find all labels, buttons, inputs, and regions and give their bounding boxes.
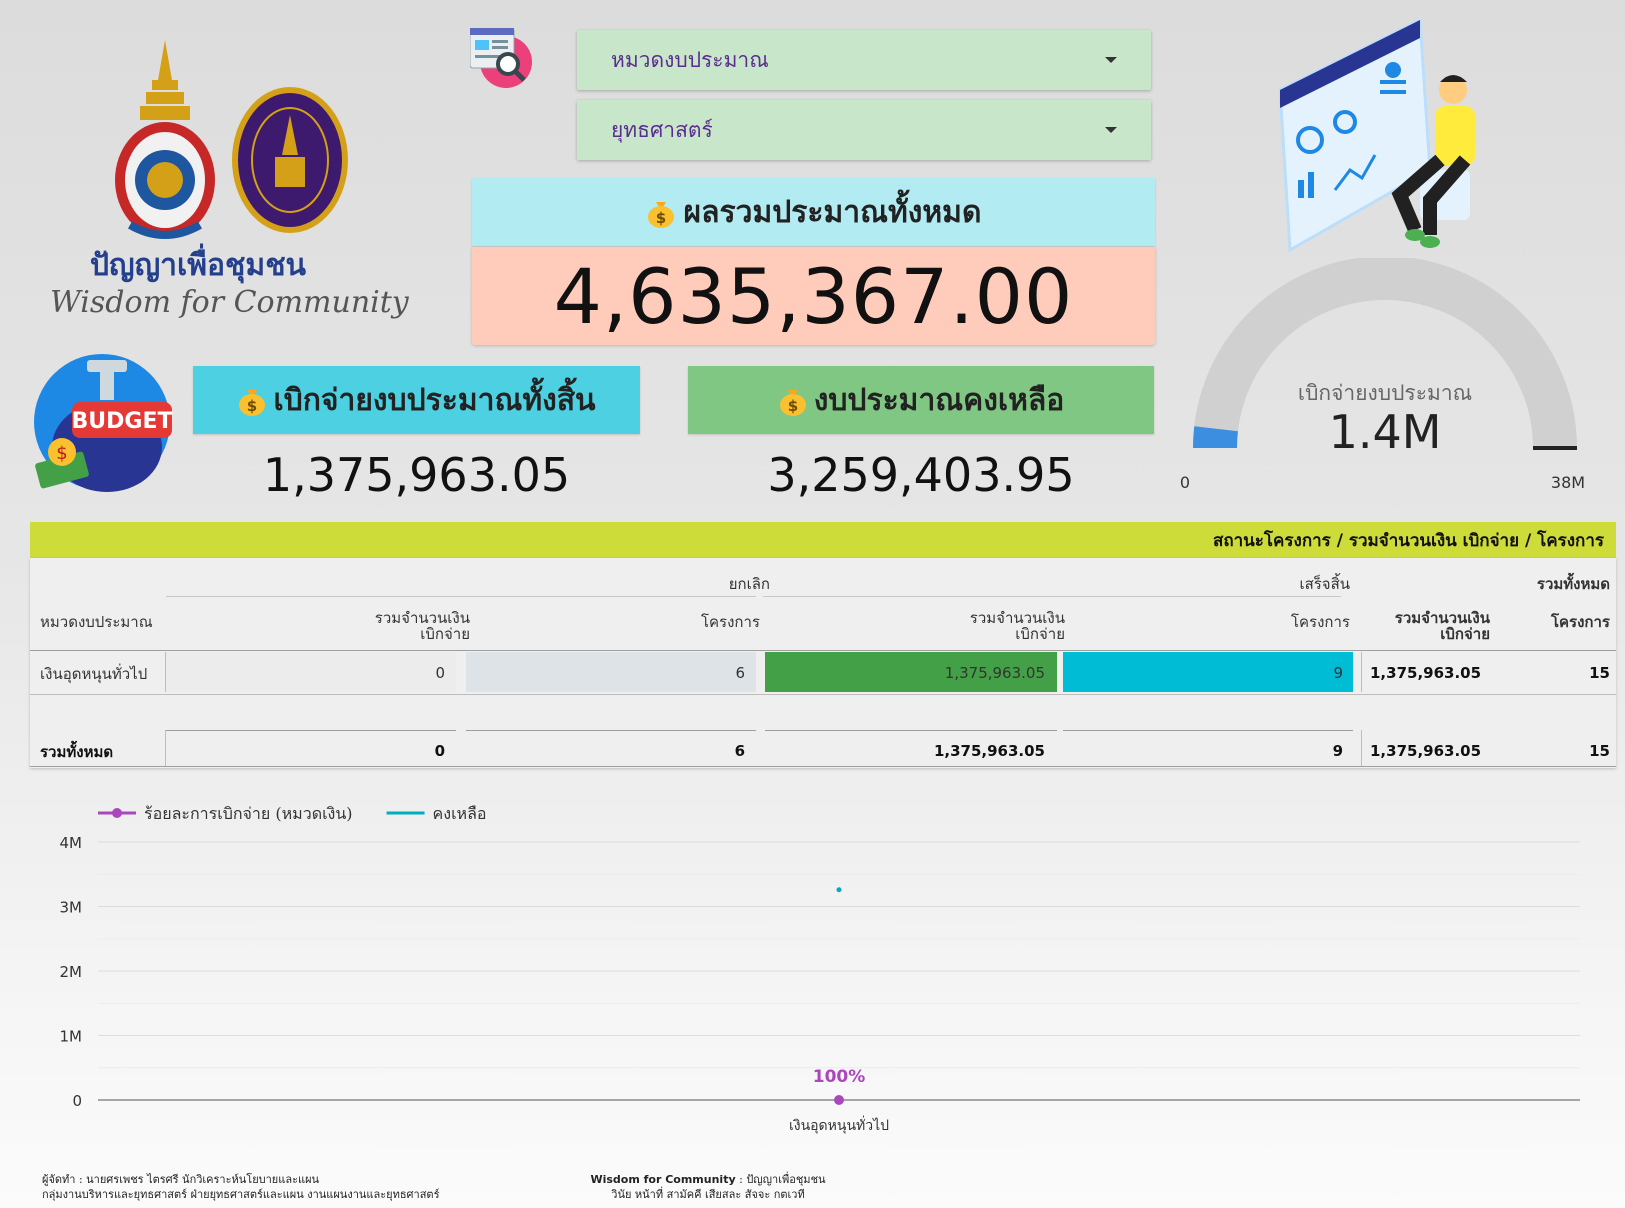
chart-legend: ร้อยละการเบิกจ่าย (หมวดเงิน) คงเหลือ	[98, 804, 487, 823]
gauge-max-label: 38M	[1551, 473, 1585, 492]
group-header-cancel: ยกเลิก	[728, 575, 770, 593]
budget-bag-icon: BUDGET $	[34, 354, 173, 492]
chart-x-axis: เงินอุดหนุนทั่วไป	[789, 1116, 889, 1134]
logo-tagline-th: ปัญญาเพื่อชุมชน	[90, 248, 307, 283]
remaining-budget-value: 3,259,403.95	[767, 448, 1075, 502]
table-total-done-amount: 1,375,963.05	[933, 742, 1045, 760]
table-total-cancel-projects: 6	[734, 742, 745, 760]
money-bag-icon: $	[647, 202, 674, 228]
total-budget-value: 4,635,367.00	[472, 247, 1155, 345]
total-budget-title: $ ผลรวมประมาณทั้งหมด	[472, 178, 1155, 246]
spent-budget-title-text: เบิกจ่ายงบประมาณทั้งสิ้น	[273, 382, 596, 418]
remaining-budget-title-text: งบประมาณคงเหลือ	[813, 382, 1065, 418]
table-row-cancel-projects: 6	[735, 664, 745, 682]
money-bag-icon: $	[239, 390, 266, 416]
chevron-down-icon	[1105, 127, 1117, 133]
dashboard-person-illustration	[1278, 20, 1475, 253]
chart-y-axis: 0 1M 2M 3M 4M	[60, 834, 83, 1110]
table-total-cancel-amount: 0	[434, 742, 445, 760]
footer-motto: Wisdom for Community : ปัญญาเพื่อชุมชน ว…	[588, 1172, 828, 1202]
data-point-remaining	[836, 887, 842, 893]
group-header-done: เสร็จสิ้น	[1299, 575, 1350, 593]
strategy-dropdown-label: ยุทธศาสตร์	[611, 117, 713, 142]
col-header-total-projects: โครงการ	[1550, 613, 1610, 631]
footer-left-line2: กลุ่มงานบริหารและยุทธศาสตร์ ฝ่ายยุทธศาสต…	[42, 1188, 440, 1201]
footer-credit: ผู้จัดทำ : นายศรเพชร ไตรศรี นักวิเคราะห์…	[42, 1172, 439, 1202]
gauge-value: 1.4M	[1329, 405, 1442, 459]
y-tick-label: 0	[72, 1092, 82, 1110]
strategy-dropdown[interactable]: ยุทธศาสตร์	[577, 100, 1151, 160]
y-tick-label: 3M	[60, 899, 83, 917]
budget-category-dropdown-label: หมวดงบประมาณ	[611, 47, 769, 72]
gauge-label: เบิกจ่ายงบประมาณ	[1298, 381, 1472, 405]
group-header-total: รวมทั้งหมด	[1536, 575, 1610, 593]
table-row-cancel-amount: 0	[435, 664, 445, 682]
footer-left-line1: ผู้จัดทำ : นายศรเพชร ไตรศรี นักวิเคราะห์…	[42, 1173, 320, 1186]
footer-center-rest: : ปัญญาเพื่อชุมชน	[735, 1173, 826, 1186]
y-tick-label: 2M	[60, 963, 83, 981]
chevron-down-icon	[1105, 57, 1117, 63]
col-header-cancel-amount: รวมจำนวนเงิน เบิกจ่าย	[374, 609, 470, 643]
table-total-total-amount: 1,375,963.05	[1370, 742, 1482, 760]
college-seal-icon	[232, 87, 348, 233]
gauge-min-label: 0	[1180, 473, 1190, 492]
spent-budget-value: 1,375,963.05	[262, 448, 571, 502]
project-status-table: สถานะโครงการ / รวมจำนวนเงิน เบิกจ่าย / โ…	[30, 522, 1616, 768]
col-header-category: หมวดงบประมาณ	[40, 613, 153, 631]
chart-marks: 100%	[813, 887, 866, 1105]
budget-line-chart: ร้อยละการเบิกจ่าย (หมวดเงิน) คงเหลือ 0 1M 2…	[60, 804, 1580, 1134]
ministry-emblem-icon	[115, 40, 215, 239]
budget-gauge: เบิกจ่ายงบประมาณ 1.4M 0 38M	[1180, 258, 1585, 492]
footer-center-bold: Wisdom for Community	[590, 1173, 736, 1186]
table-total-label: รวมทั้งหมด	[40, 743, 114, 761]
chart-grid	[98, 841, 1580, 1101]
budget-category-dropdown[interactable]: หมวดงบประมาณ	[577, 30, 1151, 90]
svg-text:$: $	[655, 209, 665, 227]
col-header-done-amount: รวมจำนวนเงิน เบิกจ่าย	[969, 609, 1065, 643]
logo-tagline-en: Wisdom for Community	[50, 285, 409, 320]
data-point-percent	[834, 1095, 844, 1105]
money-bag-icon: $	[779, 390, 806, 416]
x-tick-label: เงินอุดหนุนทั่วไป	[789, 1116, 889, 1134]
total-budget-title-text: ผลรวมประมาณทั้งหมด	[683, 194, 982, 230]
svg-text:$: $	[56, 443, 67, 464]
col-header-done-projects: โครงการ	[1290, 613, 1350, 631]
legend-label: คงเหลือ	[433, 804, 487, 823]
legend-label: ร้อยละการเบิกจ่าย (หมวดเงิน)	[144, 804, 353, 823]
table-row-total-projects: 15	[1589, 664, 1610, 682]
svg-text:$: $	[788, 397, 798, 415]
data-label: 100%	[813, 1067, 866, 1087]
table-header-bar: สถานะโครงการ / รวมจำนวนเงิน เบิกจ่าย / โ…	[30, 522, 1616, 558]
svg-text:$: $	[247, 397, 257, 415]
col-header-cancel-projects: โครงการ	[700, 613, 760, 631]
table-row-done-amount: 1,375,963.05	[944, 664, 1045, 682]
report-search-icon	[470, 28, 532, 88]
col-header-total-amount: รวมจำนวนเงิน เบิกจ่าย	[1394, 609, 1490, 643]
table-row-done-projects: 9	[1333, 664, 1343, 682]
footer-center-line2: วินัย หน้าที่ สามัคคี เสียสละ สัจจะ กตเว…	[611, 1188, 805, 1201]
y-tick-label: 1M	[60, 1028, 83, 1046]
table-total-done-projects: 9	[1332, 742, 1343, 760]
legend-marker	[112, 808, 122, 818]
table-total-total-projects: 15	[1589, 742, 1610, 760]
logo-area: ปัญญาเพื่อชุมชน Wisdom for Community	[40, 40, 410, 340]
remaining-budget-title: $ งบประมาณคงเหลือ	[688, 366, 1154, 434]
table-row-category: เงินอุดหนุนทั่วไป	[40, 665, 148, 683]
y-tick-label: 4M	[60, 834, 83, 852]
table-body: ยกเลิก เสร็จสิ้น รวมทั้งหมด หมวดงบประมาณ…	[30, 558, 1616, 768]
budget-icon-text: BUDGET	[72, 409, 173, 434]
spent-budget-title: $ เบิกจ่ายงบประมาณทั้งสิ้น	[193, 366, 640, 434]
table-row-total-amount: 1,375,963.05	[1370, 664, 1482, 682]
gauge-fill	[1193, 426, 1238, 449]
